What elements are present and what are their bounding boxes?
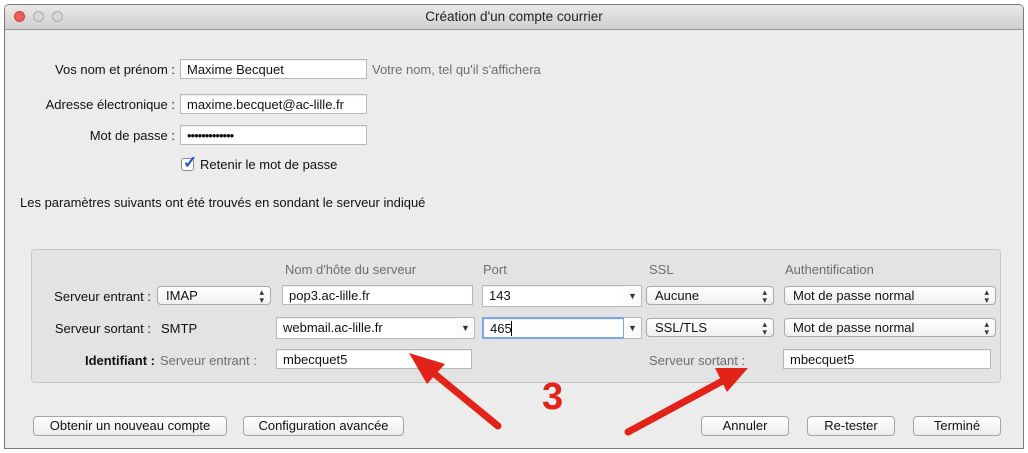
annotation-arrow-right [624, 368, 748, 436]
annotation-arrow-left [409, 353, 502, 430]
annotation-overlay [409, 353, 748, 436]
step-number-annotation: 3 [542, 376, 564, 418]
